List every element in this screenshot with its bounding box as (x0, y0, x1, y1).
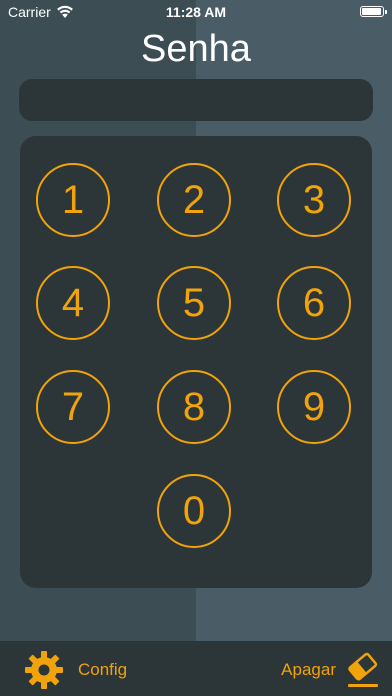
config-button[interactable]: Config (24, 650, 127, 690)
key-1[interactable]: 1 (36, 163, 110, 237)
key-7[interactable]: 7 (36, 370, 110, 444)
key-0[interactable]: 0 (157, 474, 231, 548)
key-9[interactable]: 9 (277, 370, 351, 444)
config-label: Config (78, 660, 128, 679)
keypad: 1 2 3 4 5 6 7 8 9 0 (20, 136, 372, 588)
key-3[interactable]: 3 (277, 163, 351, 237)
gear-icon (25, 651, 63, 689)
status-bar: Carrier 11:28 AM (0, 0, 392, 24)
key-6[interactable]: 6 (277, 266, 351, 340)
status-time: 11:28 AM (165, 4, 227, 20)
key-5[interactable]: 5 (157, 266, 231, 340)
apagar-label: Apagar (281, 660, 336, 679)
key-4[interactable]: 4 (36, 266, 110, 340)
battery-icon (360, 6, 387, 17)
bottom-toolbar: Config Apagar (0, 641, 392, 696)
battery-level (362, 8, 381, 15)
key-2[interactable]: 2 (157, 163, 231, 237)
key-8[interactable]: 8 (157, 370, 231, 444)
eraser-icon (348, 652, 378, 687)
page-title: Senha (141, 28, 251, 70)
apagar-button[interactable]: Apagar (281, 650, 382, 690)
password-field[interactable] (19, 79, 373, 121)
